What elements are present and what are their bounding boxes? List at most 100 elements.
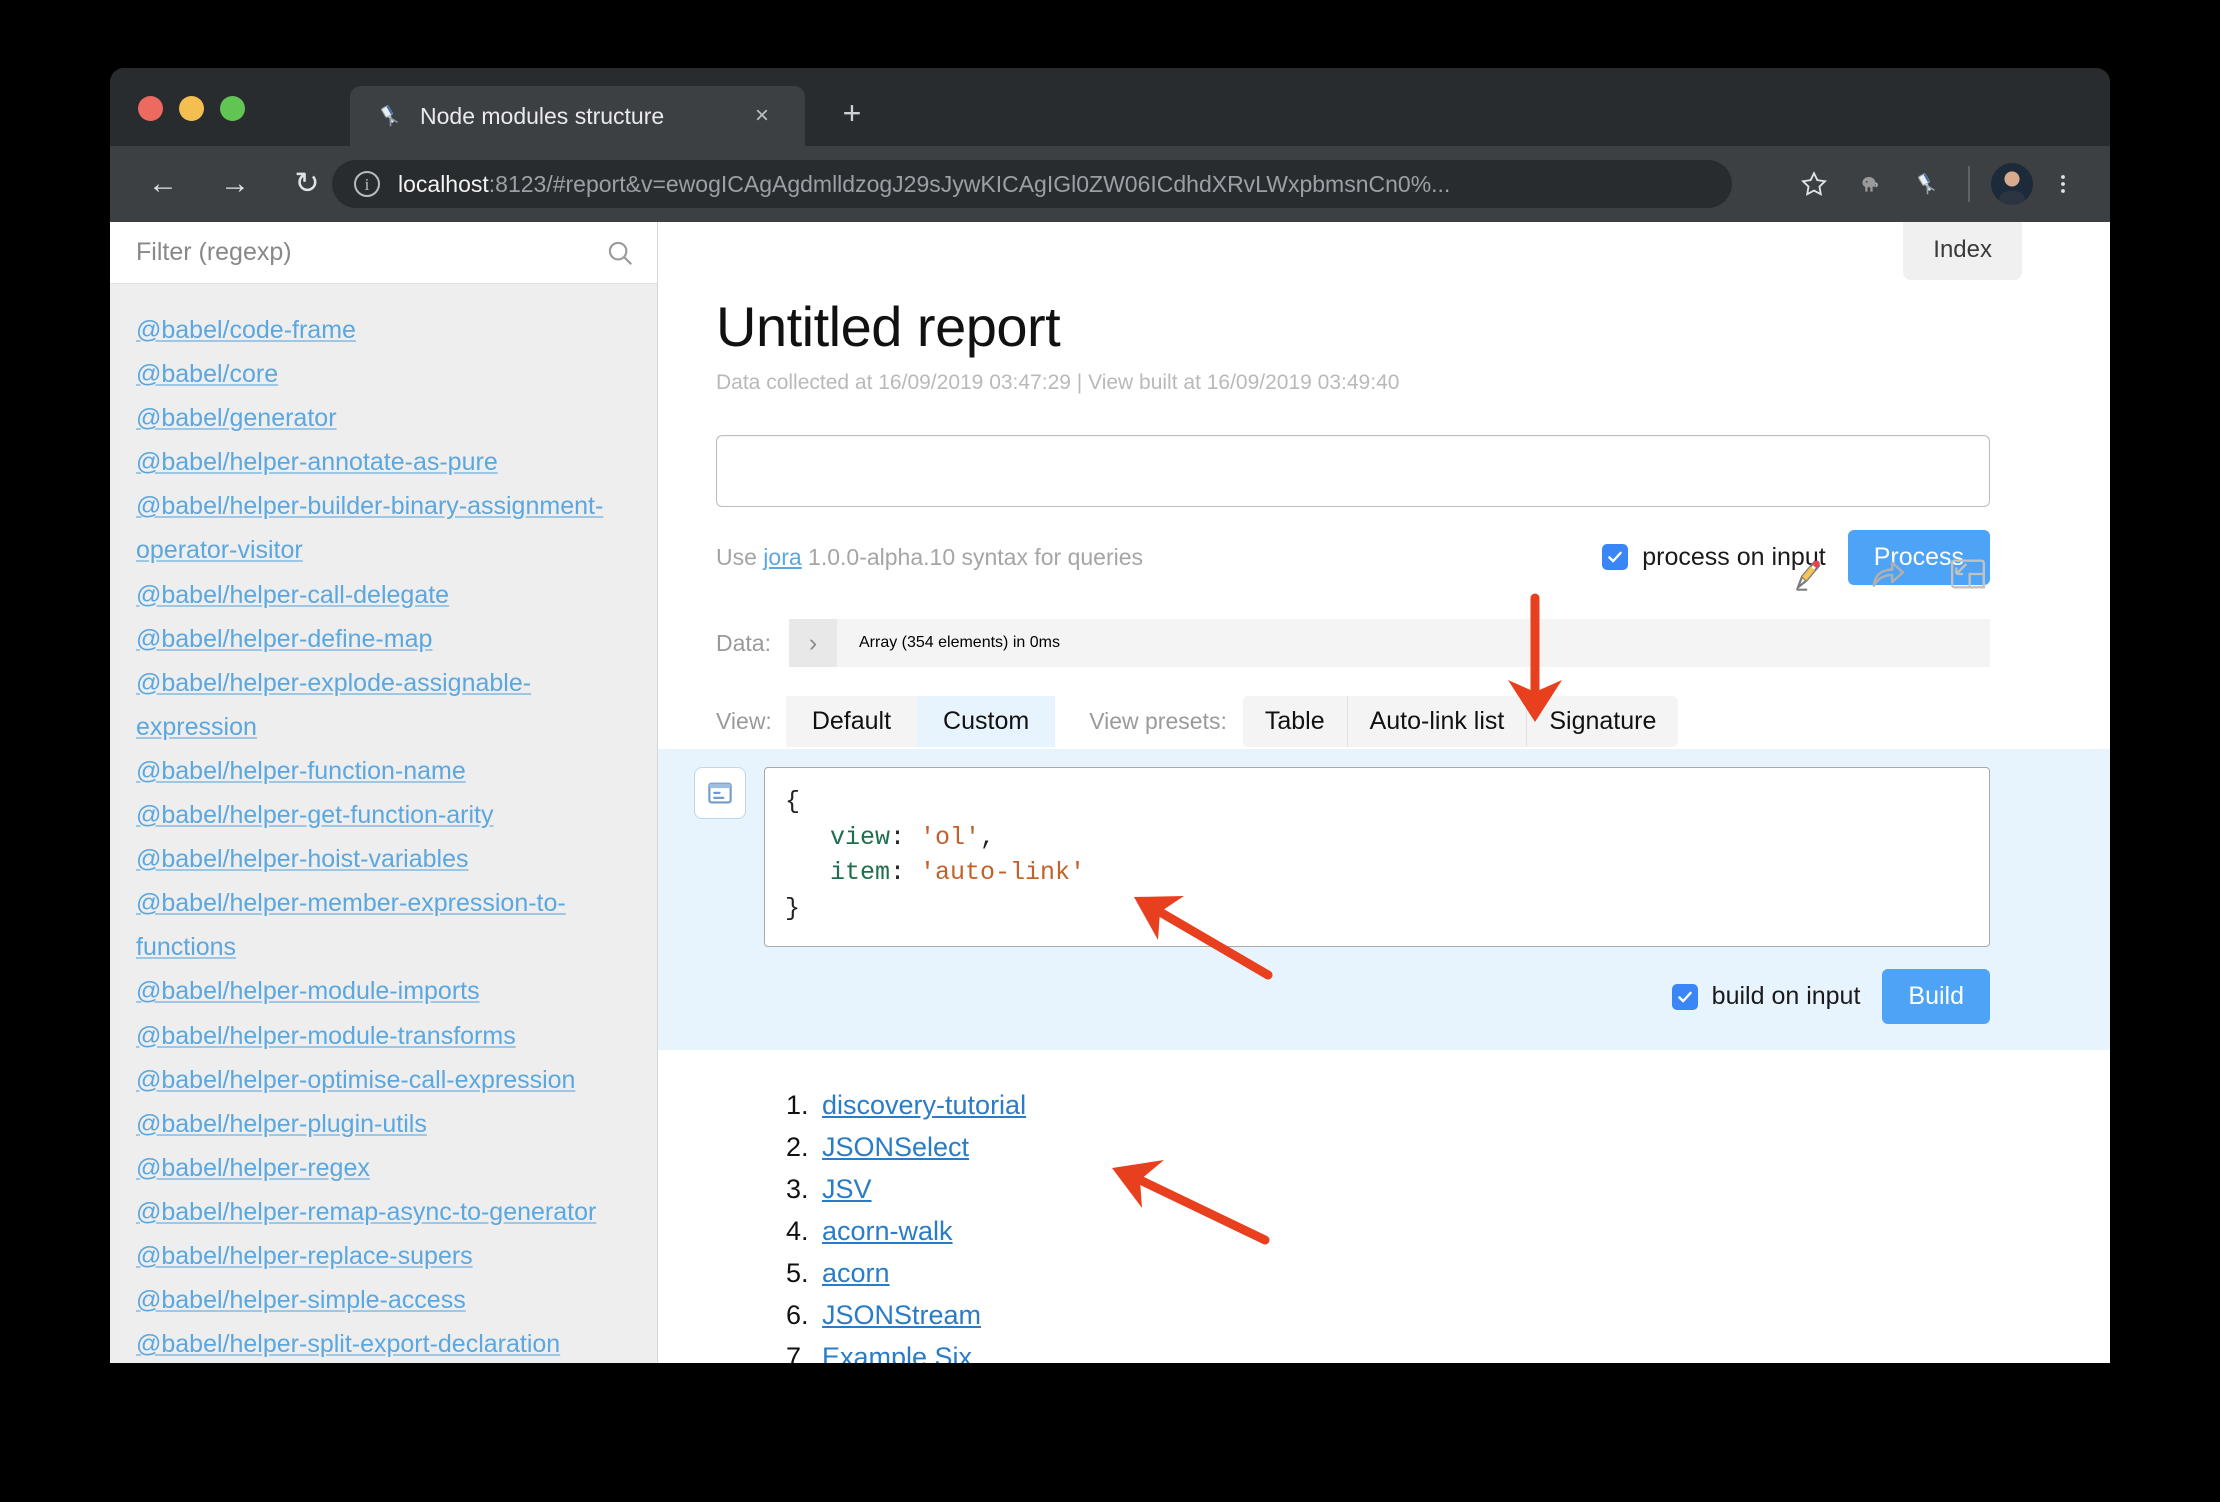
list-item[interactable]: @babel/helper-define-map [136,617,631,661]
close-window-button[interactable] [138,96,163,121]
view-editor-panel: { view: 'ol', item: 'auto-link' } build … [658,749,2110,1050]
elephant-extension-icon[interactable] [1842,160,1898,208]
list-item[interactable]: @babel/helper-builder-binary-assignment-… [136,484,631,572]
code-colon-1: : [890,823,920,852]
list-item[interactable]: @babel/helper-simple-access [136,1278,631,1322]
list-item[interactable]: @babel/core [136,352,631,396]
list-item[interactable]: @babel/helper-explode-assignable-express… [136,661,631,749]
reload-button[interactable]: ↻ [284,161,330,207]
list-item[interactable]: @babel/helper-call-delegate [136,573,631,617]
list-item: Example Six [816,1336,1990,1363]
result-link[interactable]: Example Six [822,1342,972,1363]
report-header: Untitled report Data collected at 16/09/… [658,222,2110,395]
result-link[interactable]: JSONStream [822,1300,981,1330]
result-link[interactable]: JSV [822,1174,872,1204]
list-item[interactable]: @babel/helper-split-export-declaration [136,1322,631,1363]
editor-row: { view: 'ol', item: 'auto-link' } [694,767,1990,947]
checkbox-checked-icon[interactable] [1672,984,1698,1010]
minimize-window-button[interactable] [179,96,204,121]
view-mode-segmented: Default Custom [786,696,1055,747]
code-line-close: } [785,894,800,923]
avatar[interactable] [1984,160,2040,208]
browser-tab[interactable]: Node modules structure × [350,86,805,146]
list-item[interactable]: @babel/helper-plugin-utils [136,1102,631,1146]
view-presets-group: Table Auto-link list Signature [1243,696,1679,747]
list-item[interactable]: @babel/helper-regex [136,1146,631,1190]
filter-input[interactable] [136,238,605,267]
list-item[interactable]: @babel/helper-remap-async-to-generator [136,1190,631,1234]
new-tab-button[interactable]: + [835,98,869,132]
code-key-view: view [830,823,890,852]
browser-toolbar: ← → ↻ i localhost:8123/#report&v=ewogICA… [110,146,2110,222]
layout-toggle-icon[interactable] [1946,552,1990,596]
list-item[interactable]: @babel/helper-function-name [136,749,631,793]
address-bar[interactable]: i localhost:8123/#report&v=ewogICAgAgdml… [332,160,1732,208]
telescope-icon [376,103,402,129]
panel-layout-icon[interactable] [694,767,746,819]
index-button[interactable]: Index [1903,222,2022,280]
tab-title: Node modules structure [420,103,664,130]
query-input[interactable] [716,435,1990,507]
site-info-icon[interactable]: i [354,171,380,197]
forward-button[interactable]: → [212,161,258,207]
view-mode-custom[interactable]: Custom [917,696,1055,747]
search-icon[interactable] [605,238,635,268]
view-presets-label: View presets: [1089,708,1227,735]
build-on-input-toggle[interactable]: build on input [1672,982,1861,1011]
list-item[interactable]: @babel/helper-get-function-arity [136,793,631,837]
list-item: discovery-tutorial [816,1084,1990,1126]
result-link[interactable]: JSONSelect [822,1132,969,1162]
jora-hint-suffix: 1.0.0-alpha.10 syntax for queries [802,544,1143,570]
telescope-extension-icon[interactable] [1898,160,1954,208]
code-value-view: 'ol' [920,823,980,852]
screenshot-root: Node modules structure × + ← → ↻ i local… [0,0,2220,1502]
code-comma-1: , [980,823,995,852]
list-item[interactable]: @babel/helper-member-expression-to-funct… [136,881,631,969]
url-host: localhost [398,171,489,197]
preset-table[interactable]: Table [1243,696,1347,747]
list-item[interactable]: @babel/helper-replace-supers [136,1234,631,1278]
editor-footer: build on input Build [694,969,1990,1024]
browser-tab-strip: Node modules structure × + [110,68,2110,146]
share-arrow-icon[interactable] [1866,552,1910,596]
package-list[interactable]: @babel/code-frame @babel/core @babel/gen… [110,284,657,1363]
view-mode-default[interactable]: Default [786,696,917,747]
page-content: @babel/code-frame @babel/core @babel/gen… [110,222,2110,1363]
window-controls[interactable] [138,96,245,121]
page-title: Untitled report [716,294,1990,359]
list-item[interactable]: @babel/helper-module-imports [136,969,631,1013]
data-summary-bar[interactable]: › Array (354 elements) in 0ms [789,619,1990,667]
maximize-window-button[interactable] [220,96,245,121]
result-list: discovery-tutorial JSONSelect JSV acorn-… [658,1050,2110,1363]
checkbox-checked-icon[interactable] [1602,544,1628,570]
close-tab-icon[interactable]: × [749,103,775,129]
build-button[interactable]: Build [1882,969,1990,1024]
back-button[interactable]: ← [140,161,186,207]
chevron-right-icon[interactable]: › [789,619,837,667]
list-item[interactable]: @babel/helper-optimise-call-expression [136,1058,631,1102]
url-path: :8123/#report&v=ewogICAgAgdmlldzogJ29sJy… [489,171,1451,197]
view-code-editor[interactable]: { view: 'ol', item: 'auto-link' } [764,767,1990,947]
list-item[interactable]: @babel/code-frame [136,308,631,352]
preset-auto-link-list[interactable]: Auto-link list [1347,696,1527,747]
list-item[interactable]: @babel/generator [136,396,631,440]
bookmark-star-icon[interactable] [1786,160,1842,208]
jora-hint: Use jora 1.0.0-alpha.10 syntax for queri… [716,544,1143,571]
view-toolbar: View: Default Custom View presets: Table… [716,693,2110,749]
list-item[interactable]: @babel/helper-hoist-variables [136,837,631,881]
edit-pencil-icon[interactable] [1786,552,1830,596]
result-link[interactable]: acorn [822,1258,890,1288]
report-actions [1786,552,1990,596]
list-item[interactable]: @babel/helper-module-transforms [136,1014,631,1058]
result-link[interactable]: acorn-walk [822,1216,953,1246]
code-line-open: { [785,787,800,816]
kebab-menu-icon[interactable] [2040,160,2086,208]
code-key-item: item [830,858,890,887]
jora-link[interactable]: jora [763,544,801,570]
filter-row [110,222,657,284]
preset-signature[interactable]: Signature [1526,696,1678,747]
result-link[interactable]: discovery-tutorial [822,1090,1026,1120]
list-item[interactable]: @babel/helper-annotate-as-pure [136,440,631,484]
url-text: localhost:8123/#report&v=ewogICAgAgdmlld… [398,171,1450,198]
toolbar-right-icons [1786,146,2086,222]
